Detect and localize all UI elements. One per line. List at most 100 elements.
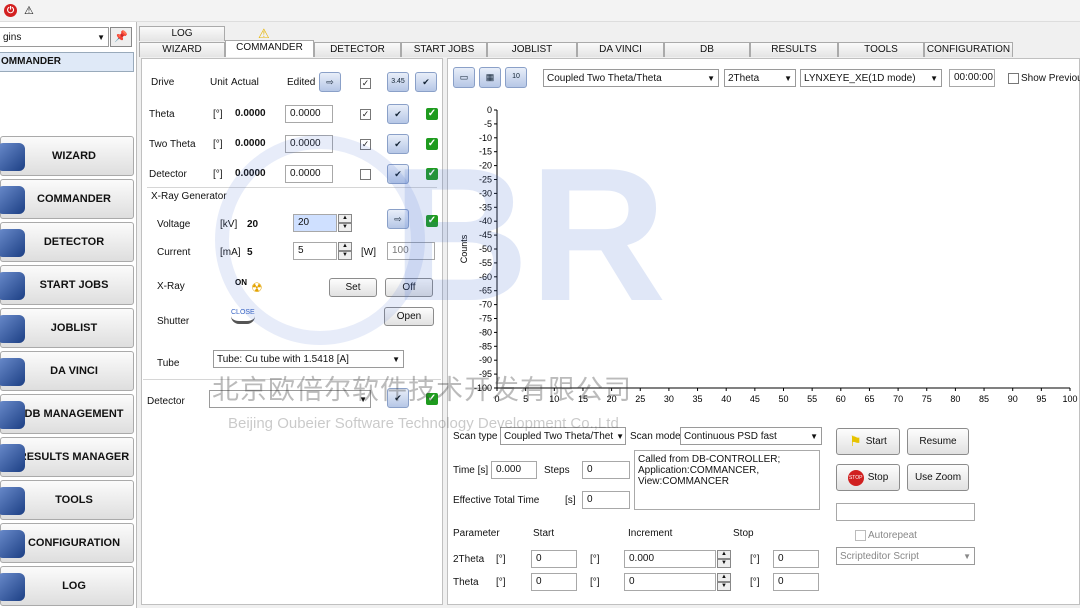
- 2theta-increment-input[interactable]: 0.000: [624, 550, 716, 568]
- nav-detector-button[interactable]: DETECTOR: [0, 222, 134, 262]
- y-tick-label: -95: [479, 369, 492, 379]
- scan-mode-type-select[interactable]: Continuous PSD fast ▼: [680, 427, 822, 445]
- x-tick-label: 100: [1062, 394, 1077, 404]
- x-tick-label: 90: [1008, 394, 1018, 404]
- current-stepper[interactable]: ▲ ▼: [338, 242, 352, 260]
- y-tick-label: -5: [484, 119, 492, 129]
- sidebar-selected-item[interactable]: OMMANDER: [0, 52, 134, 72]
- sidebar-combo[interactable]: gins ▼: [0, 27, 109, 47]
- nav-results-manager-button[interactable]: RESULTS MANAGER: [0, 437, 134, 477]
- tab-tools[interactable]: TOOLS: [838, 42, 924, 57]
- log-scale-icon[interactable]: 10: [505, 67, 527, 88]
- step-icon[interactable]: 3.45: [387, 72, 409, 92]
- two-theta-actual: 0.0000: [235, 138, 266, 149]
- tube-select[interactable]: Tube: Cu tube with 1.5418 [A] ▼: [213, 350, 404, 368]
- two-theta-checkbox[interactable]: ✓: [360, 139, 371, 150]
- nav-configuration-button[interactable]: CONFIGURATION: [0, 523, 134, 563]
- scan-mode-select[interactable]: Coupled Two Theta/Theta ▼: [543, 69, 719, 87]
- xray-off-button[interactable]: Off: [385, 278, 433, 297]
- steps-input[interactable]: 0: [582, 461, 630, 479]
- theta-start-input[interactable]: 0: [531, 573, 577, 591]
- tab-wizard[interactable]: WIZARD: [139, 42, 225, 57]
- set-button[interactable]: Set: [329, 278, 377, 297]
- tab-start-jobs[interactable]: START JOBS: [401, 42, 487, 57]
- two-theta-verify-icon[interactable]: ✔: [387, 134, 409, 154]
- nav-log-button[interactable]: LOG: [0, 566, 134, 606]
- effective-time-unit: [s]: [565, 495, 576, 506]
- nav-joblist-button[interactable]: JOBLIST: [0, 308, 134, 348]
- apply-xray-icon[interactable]: ⇨: [387, 209, 409, 229]
- resume-button[interactable]: Resume: [907, 428, 969, 455]
- 2theta-start-input[interactable]: 0: [531, 550, 577, 568]
- verify-all-icon[interactable]: ✔: [415, 72, 437, 92]
- nav-commander-button[interactable]: COMMANDER: [0, 179, 134, 219]
- theta-increment-stepper[interactable]: ▲ ▼: [717, 573, 731, 591]
- script-select[interactable]: Scripteditor Script ▼: [836, 547, 975, 565]
- voltage-stepper[interactable]: ▲ ▼: [338, 214, 352, 232]
- x-tick-label: 15: [578, 394, 588, 404]
- chart-view-icon[interactable]: ▭: [453, 67, 475, 88]
- 2theta-param-unit: [°]: [496, 554, 506, 565]
- autorepeat-label: Autorepeat: [868, 530, 917, 541]
- tab-results-manager[interactable]: RESULTS MANAGER: [750, 42, 838, 69]
- tab-db-management[interactable]: DB MANAGEMENT: [664, 42, 750, 69]
- 2theta-param-label: 2Theta: [453, 554, 485, 565]
- axis-select[interactable]: 2Theta ▼: [724, 69, 796, 87]
- show-previous-label: Show Previous: [1021, 73, 1080, 84]
- theta-edited-input[interactable]: 0.0000: [285, 105, 333, 123]
- unit-header: Unit: [210, 77, 228, 88]
- stop-button[interactable]: STOP Stop: [836, 464, 900, 491]
- voltage-input[interactable]: 20: [293, 214, 337, 232]
- close-icon[interactable]: ⏻: [4, 4, 17, 17]
- show-previous-checkbox[interactable]: [1008, 73, 1019, 84]
- pin-icon[interactable]: 📌: [110, 27, 132, 47]
- theta-checkbox[interactable]: ✓: [360, 109, 371, 120]
- tab-da-vinci[interactable]: DA VINCI: [577, 42, 664, 57]
- autorepeat-checkbox[interactable]: [855, 530, 866, 541]
- 2theta-increment-stepper[interactable]: ▲ ▼: [717, 550, 731, 568]
- theta-start-unit: [°]: [590, 577, 600, 588]
- current-unit: [mA]: [220, 247, 241, 258]
- stop-icon: STOP: [847, 469, 864, 486]
- tab-joblist[interactable]: JOBLIST: [487, 42, 577, 57]
- select-all-checkbox[interactable]: ✓: [360, 78, 371, 89]
- theta-verify-icon[interactable]: ✔: [387, 104, 409, 124]
- y-tick-label: -30: [479, 188, 492, 198]
- theta-stop-input[interactable]: 0: [773, 573, 819, 591]
- detector-verify-icon[interactable]: ✔: [387, 388, 409, 408]
- tab-configuration[interactable]: CONFIGURATION: [924, 42, 1013, 57]
- use-zoom-button[interactable]: Use Zoom: [907, 464, 969, 491]
- tab-commander[interactable]: COMMANDER: [225, 40, 314, 57]
- time-input[interactable]: 0.000: [491, 461, 537, 479]
- detector-checkbox[interactable]: [360, 169, 371, 180]
- current-actual: 5: [247, 247, 253, 258]
- shutter-open-button[interactable]: Open: [384, 307, 434, 326]
- database-icon: [0, 401, 25, 429]
- tab-log[interactable]: LOG: [139, 26, 225, 41]
- shutter-status: CLOSE: [231, 309, 255, 316]
- nav-start-jobs-button[interactable]: START JOBS: [0, 265, 134, 305]
- detector-unit: [°]: [213, 169, 223, 180]
- detector-edited-input[interactable]: 0.0000: [285, 165, 333, 183]
- y-tick-label: -35: [479, 202, 492, 212]
- nav-db-management-button[interactable]: DB MANAGEMENT: [0, 394, 134, 434]
- start-button[interactable]: ⚑ Start: [836, 428, 900, 455]
- chevron-down-icon: ▼: [963, 551, 971, 561]
- nav-tools-button[interactable]: TOOLS: [0, 480, 134, 520]
- theta-label: Theta: [149, 109, 175, 120]
- nav-da-vinci-button[interactable]: DA VINCI: [0, 351, 134, 391]
- nav-wizard-button[interactable]: WIZARD: [0, 136, 134, 176]
- x-tick-label: 30: [664, 394, 674, 404]
- current-input[interactable]: 5: [293, 242, 337, 260]
- tab-detector[interactable]: DETECTOR: [314, 42, 401, 57]
- detector-verify-icon[interactable]: ✔: [387, 164, 409, 184]
- apply-edited-icon[interactable]: ⇨: [319, 72, 341, 92]
- 2theta-stop-input[interactable]: 0: [773, 550, 819, 568]
- theta-increment-input[interactable]: 0: [624, 573, 716, 591]
- scan-mode-label: Scan mode: [630, 431, 681, 442]
- detector-select[interactable]: ▼: [209, 390, 371, 408]
- scan-type-select[interactable]: Coupled Two Theta/Thet ▼: [500, 427, 626, 445]
- two-theta-edited-input[interactable]: 0.0000: [285, 135, 333, 153]
- detector-mode-select[interactable]: LYNXEYE_XE(1D mode) ▼: [800, 69, 942, 87]
- grid-view-icon[interactable]: ▦: [479, 67, 501, 88]
